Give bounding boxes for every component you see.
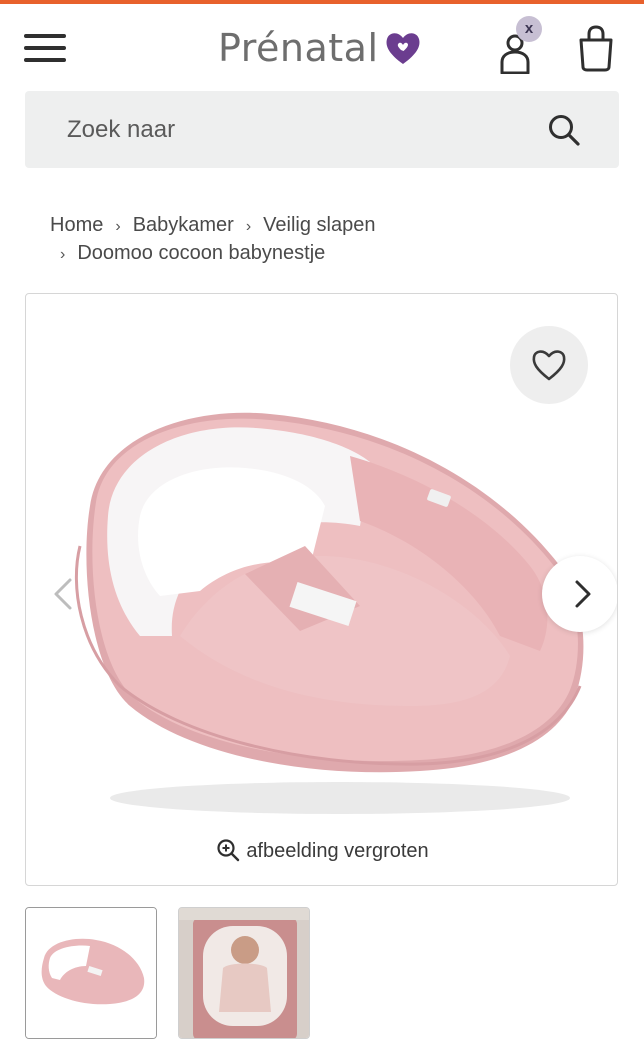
breadcrumb-item-babykamer[interactable]: Babykamer — [133, 214, 234, 236]
cart-button[interactable] — [574, 24, 618, 72]
breadcrumb-separator: › — [60, 246, 66, 263]
search-bar — [25, 91, 619, 168]
chevron-left-icon — [54, 578, 72, 610]
breadcrumb-item-current: Doomoo cocoon babynestje — [77, 242, 326, 264]
menu-icon-bar — [24, 46, 66, 50]
breadcrumb: Home › Babykamer › Veilig slapen › Doomoo coc… — [50, 212, 610, 268]
breadcrumb-separator: › — [115, 218, 121, 235]
search-input[interactable] — [65, 114, 539, 145]
zoom-image-link[interactable]: afbeelding vergroten — [26, 838, 617, 863]
next-image-button[interactable] — [542, 556, 617, 632]
breadcrumb-line-1: Home › Babykamer › Veilig slapen — [50, 212, 610, 240]
shopping-bag-icon — [579, 25, 613, 72]
menu-icon-bar — [24, 58, 66, 62]
breadcrumb-item-veilig-slapen[interactable]: Veilig slapen — [263, 214, 375, 236]
thumbnail-1[interactable] — [25, 907, 157, 1039]
heart-outline-icon — [532, 350, 566, 381]
breadcrumb-line-2: › Doomoo cocoon babynestje — [50, 240, 610, 268]
brand-logo[interactable]: Prénatal — [218, 22, 423, 74]
search-icon[interactable] — [547, 113, 581, 147]
favorite-button[interactable] — [510, 326, 588, 404]
chevron-right-icon — [575, 580, 591, 608]
breadcrumb-item-home[interactable]: Home — [50, 214, 103, 236]
product-image-gallery: afbeelding vergroten — [25, 293, 618, 886]
menu-icon — [24, 34, 66, 38]
menu-button[interactable] — [22, 30, 68, 66]
heart-logo-icon — [386, 33, 420, 64]
zoom-in-icon — [217, 839, 240, 862]
account-status-badge: x — [516, 16, 542, 42]
breadcrumb-separator: › — [245, 218, 252, 235]
logo-text: Prénatal — [218, 26, 379, 70]
account-button[interactable]: x — [494, 16, 548, 74]
thumbnail-image-product — [26, 908, 156, 1038]
previous-image-button[interactable] — [44, 574, 84, 614]
thumbnail-2[interactable] — [178, 907, 310, 1039]
thumbnail-image-lifestyle — [179, 908, 309, 1038]
site-header: Prénatal x — [0, 4, 644, 88]
zoom-label: afbeelding vergroten — [246, 840, 429, 862]
product-image[interactable] — [60, 406, 600, 826]
